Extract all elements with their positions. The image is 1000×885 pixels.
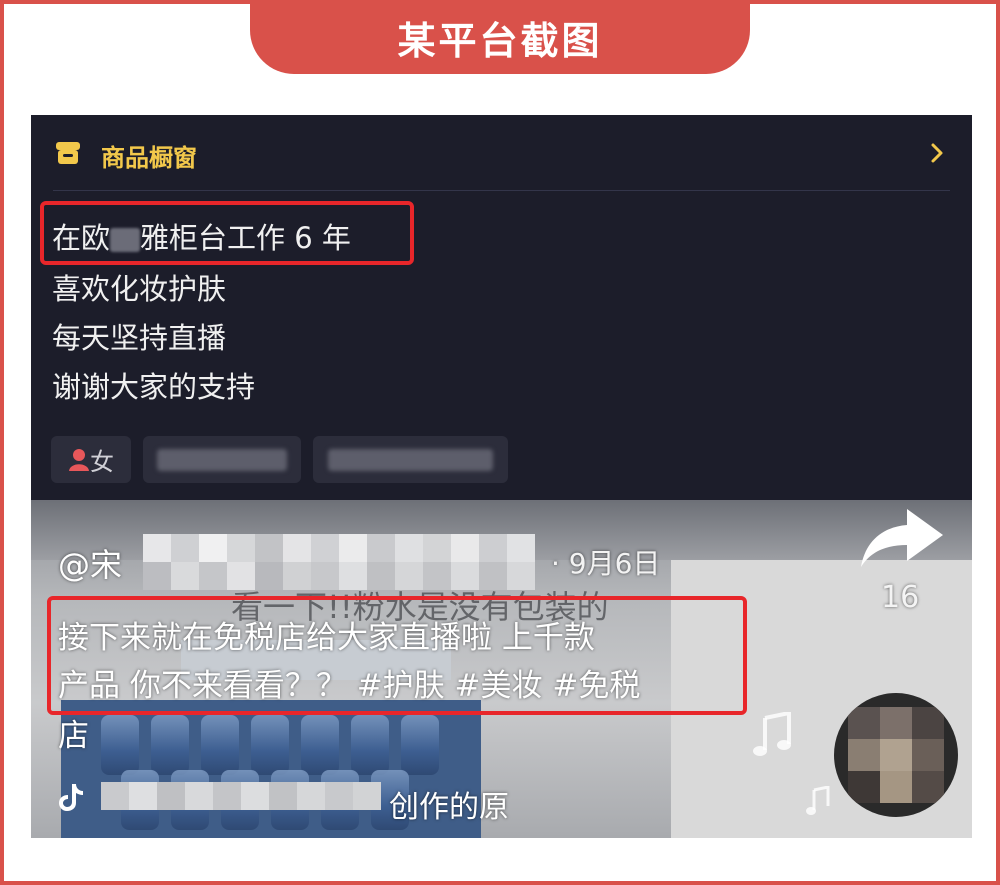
caption-line-3: 店 bbox=[58, 718, 89, 754]
shop-icon bbox=[56, 142, 80, 164]
gender-chip-label: 女 bbox=[90, 448, 114, 476]
bio-line-4: 谢谢大家的支持 bbox=[52, 370, 256, 404]
bio-line-2: 喜欢化妆护肤 bbox=[52, 272, 227, 306]
blurred-author-name bbox=[143, 534, 535, 590]
avatar[interactable] bbox=[834, 693, 958, 817]
highlight-box-bio bbox=[40, 201, 414, 265]
music-note-icon bbox=[753, 712, 791, 756]
share-arrow-icon[interactable] bbox=[857, 505, 947, 575]
blurred-location bbox=[157, 448, 287, 471]
location-chip bbox=[143, 436, 301, 483]
share-count: 16 bbox=[881, 580, 920, 615]
gender-chip: 女 bbox=[51, 436, 131, 483]
bottle bbox=[201, 715, 239, 775]
blurred-music-author bbox=[101, 782, 381, 810]
blurred-school bbox=[328, 448, 493, 471]
header-tab: 某平台截图 bbox=[250, 0, 750, 74]
school-chip bbox=[313, 436, 508, 483]
header-title: 某平台截图 bbox=[397, 18, 603, 63]
bottle bbox=[151, 715, 189, 775]
author-prefix[interactable]: @宋 bbox=[58, 540, 122, 586]
bottle bbox=[101, 715, 139, 775]
bottle bbox=[251, 715, 289, 775]
music-note-small-icon bbox=[806, 786, 830, 815]
divider bbox=[53, 190, 950, 191]
bio-line-3: 每天坚持直播 bbox=[52, 321, 227, 355]
chevron-right-icon[interactable] bbox=[930, 142, 944, 164]
bottle bbox=[401, 715, 439, 775]
highlight-box-caption bbox=[47, 596, 747, 715]
showcase-label: 商品橱窗 bbox=[101, 144, 197, 172]
bottle bbox=[301, 715, 339, 775]
showcase-row[interactable]: 商品橱窗 bbox=[31, 115, 972, 191]
bottle bbox=[351, 715, 389, 775]
tiktok-icon bbox=[59, 784, 83, 811]
video-preview[interactable]: 看一下!!粉水是没有包装的 @宋 · 9月6日 接下来就在免税店给大家直播啦 上… bbox=[31, 500, 972, 838]
post-date: · 9月6日 bbox=[551, 547, 661, 580]
person-icon bbox=[69, 448, 89, 471]
profile-panel: 商品橱窗 在欧 雅柜台工作 6 年 喜欢化妆护肤 每天坚持直播 谢谢大家的支持 女 bbox=[31, 115, 972, 500]
music-text[interactable]: 创作的原 bbox=[389, 782, 509, 826]
blurred-avatar bbox=[848, 707, 944, 803]
